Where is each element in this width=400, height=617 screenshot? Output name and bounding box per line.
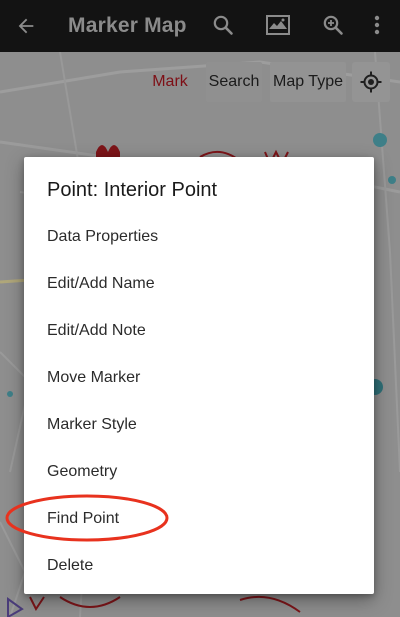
menu-item-move-marker[interactable]: Move Marker	[24, 354, 374, 401]
zoom-in-icon	[323, 15, 343, 35]
search-icon	[213, 15, 233, 35]
menu-item-marker-style[interactable]: Marker Style	[24, 401, 374, 448]
point-options-dialog: Point: Interior Point Data Properties Ed…	[24, 157, 374, 594]
app-bar: Marker Map	[0, 0, 400, 52]
menu-item-edit-name[interactable]: Edit/Add Name	[24, 260, 374, 307]
map-search-button[interactable]: Search	[206, 62, 262, 102]
map-image-button[interactable]	[263, 10, 293, 40]
overflow-menu-button[interactable]	[362, 10, 392, 40]
search-button[interactable]	[208, 10, 238, 40]
menu-item-data-properties[interactable]: Data Properties	[24, 213, 374, 260]
map-type-button[interactable]: Map Type	[270, 62, 346, 102]
marker-map-screen: Marker Map Mark Search Map Type Point: I…	[0, 0, 400, 617]
menu-item-edit-note[interactable]: Edit/Add Note	[24, 307, 374, 354]
mark-button[interactable]: Mark	[146, 62, 194, 102]
page-title: Marker Map	[68, 14, 187, 37]
menu-item-geometry[interactable]: Geometry	[24, 448, 374, 495]
back-button[interactable]	[12, 12, 40, 40]
menu-item-find-point[interactable]: Find Point	[24, 495, 374, 542]
gps-locate-icon	[360, 71, 382, 93]
arrow-left-icon	[18, 18, 34, 34]
more-vert-icon	[374, 15, 380, 35]
locate-button[interactable]	[352, 62, 390, 102]
menu-item-delete[interactable]: Delete	[24, 542, 374, 589]
zoom-in-button[interactable]	[318, 10, 348, 40]
dialog-title: Point: Interior Point	[47, 179, 218, 201]
dialog-menu: Data Properties Edit/Add Name Edit/Add N…	[24, 213, 374, 589]
map-image-icon	[266, 15, 290, 35]
